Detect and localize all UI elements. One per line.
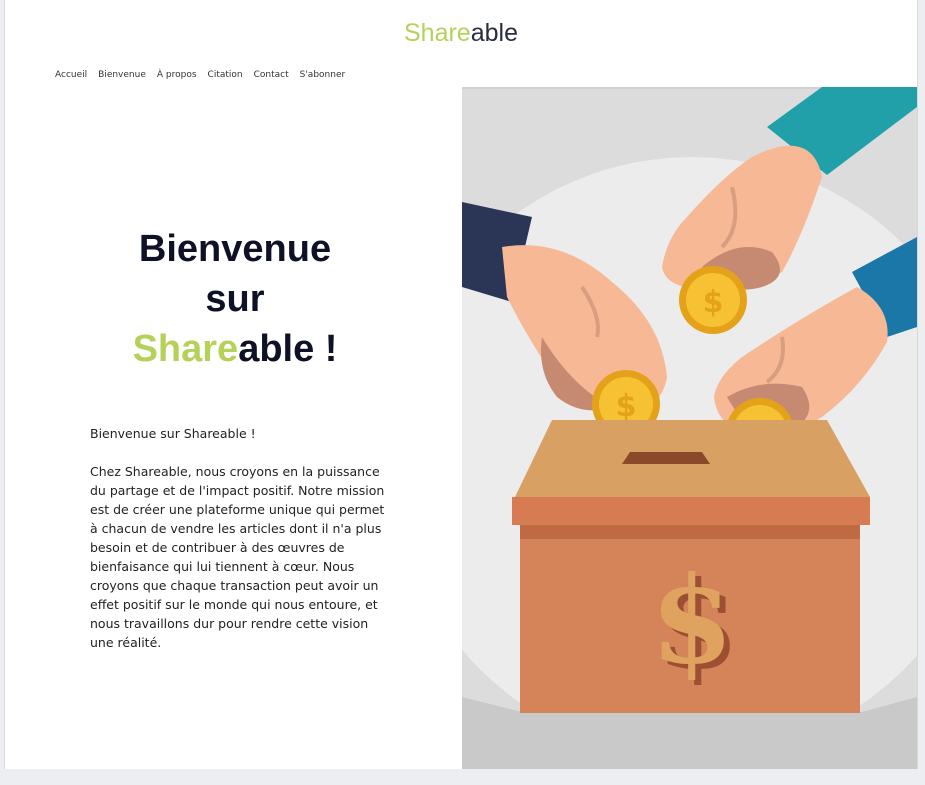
nav-item-contact[interactable]: Contact xyxy=(254,70,295,80)
logo-part-share: Share xyxy=(404,19,471,47)
main-nav: Accueil Bienvenue À propos Citation Cont… xyxy=(55,70,356,80)
dollar-icon-front: $ xyxy=(650,550,734,691)
nav-item-a-propos[interactable]: À propos xyxy=(157,70,203,80)
nav-item-bienvenue[interactable]: Bienvenue xyxy=(98,70,152,80)
nav-item-sabonner[interactable]: S'abonner xyxy=(300,70,352,80)
hero-title-line1: Bienvenue xyxy=(138,228,332,270)
hero-title: Bienvenue sur Shareable ! xyxy=(75,224,395,374)
site-logo[interactable]: Shareable xyxy=(5,18,917,48)
hero-title-line2: sur xyxy=(205,278,265,320)
svg-text:$: $ xyxy=(616,389,637,424)
intro-heading: Bienvenue sur Shareable ! xyxy=(90,426,256,441)
intro-text: Bienvenue sur Shareable ! Chez Shareable… xyxy=(90,424,390,652)
hero-title-brand-able: able ! xyxy=(238,328,338,370)
logo-part-able: able xyxy=(470,19,518,47)
coin-icon: $ xyxy=(679,266,747,334)
hero-title-brand-share: Share xyxy=(132,328,239,370)
svg-text:$: $ xyxy=(703,285,724,320)
intro-paragraph: Chez Shareable, nous croyons en la puiss… xyxy=(90,464,385,650)
donation-box-illustration: $ $ $ $ $ xyxy=(462,87,917,769)
nav-item-citation[interactable]: Citation xyxy=(208,70,249,80)
nav-item-accueil[interactable]: Accueil xyxy=(55,70,93,80)
page: Shareable Accueil Bienvenue À propos Cit… xyxy=(4,0,918,769)
